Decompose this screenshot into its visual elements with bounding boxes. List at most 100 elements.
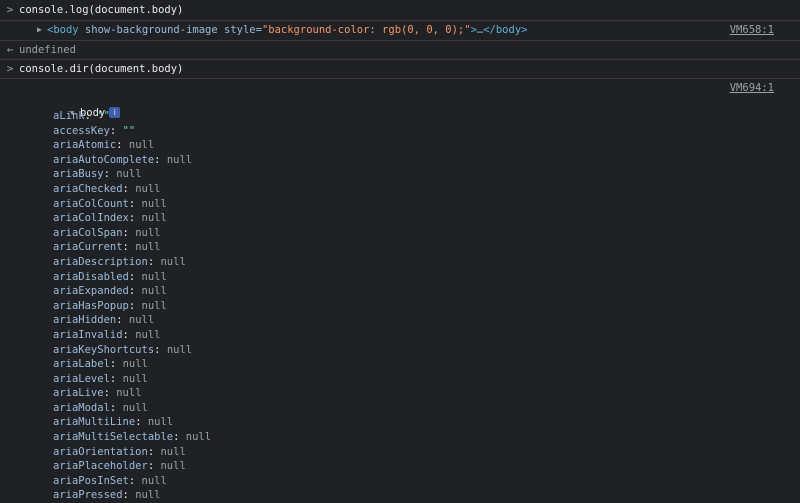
property-row[interactable]: ariaHasPopup: null [53,299,211,314]
command-args: (document.body) [88,63,184,75]
property-separator: : [147,255,161,268]
command-args: (document.body) [88,4,184,16]
property-separator: : [122,489,136,502]
property-key: ariaAtomic [53,139,117,152]
property-value: null [141,270,167,283]
property-row[interactable]: ariaAutoComplete: null [53,153,211,168]
property-row[interactable]: ariaPlaceholder: null [53,459,211,474]
property-row[interactable]: ariaModal: null [53,401,211,416]
property-value: null [135,182,161,195]
property-row[interactable]: ariaColSpan: null [53,226,211,241]
property-separator: : [122,328,136,341]
console-command[interactable]: console.log(document.body) [19,4,183,16]
property-row[interactable]: ariaAtomic: null [53,138,211,153]
property-separator: : [128,212,142,225]
property-separator: : [135,416,148,429]
attribute-name: style= [217,24,262,36]
property-value: null [135,241,161,254]
property-key: ariaMultiSelectable [53,431,174,444]
property-value: null [160,445,186,458]
property-separator: : [109,358,123,371]
property-value: null [128,139,155,152]
property-row[interactable]: ariaMultiSelectable: null [53,430,211,445]
property-separator: : [128,299,142,312]
property-row[interactable]: ariaInvalid: null [53,328,211,343]
property-value: null [141,299,167,312]
property-value: null [135,489,161,502]
property-key: ariaBusy [53,168,104,181]
property-row[interactable]: aLink: "" [53,109,211,124]
property-row[interactable]: ariaLevel: null [53,372,211,387]
source-link[interactable]: VM694:1 [730,82,774,94]
property-row[interactable]: ariaBusy: null [53,167,211,182]
console-input-row[interactable]: > console.dir(document.body) [0,60,800,79]
property-separator: : [116,314,129,327]
property-value: null [116,387,142,400]
property-row[interactable]: ariaPressed: null [53,488,211,503]
property-separator: : [154,343,167,356]
property-row[interactable]: ariaPosInSet: null [53,474,211,489]
property-value: "" [97,110,110,122]
property-key: ariaPressed [53,489,123,502]
property-value: null [135,226,161,239]
expand-arrow-icon[interactable]: ▶ [37,25,47,34]
property-value: null [141,474,167,487]
property-separator: : [128,285,142,298]
command-object: console. [19,4,70,16]
property-value: null [147,416,174,429]
property-separator: : [116,139,129,152]
property-separator: : [103,168,117,181]
property-row[interactable]: ariaCurrent: null [53,240,211,255]
property-row[interactable]: ariaLive: null [53,386,211,401]
property-separator: : [128,270,142,283]
property-value: null [122,358,148,371]
console-command[interactable]: console.dir(document.body) [19,63,183,75]
property-key: ariaOrientation [53,445,148,458]
property-row[interactable]: accessKey: "" [53,124,211,139]
property-key: ariaColIndex [53,212,129,225]
input-prompt-icon: > [6,3,14,16]
property-key: ariaColSpan [53,226,123,239]
property-separator: : [128,197,142,210]
source-link[interactable]: VM658:1 [730,24,774,36]
console-result-row: ← undefined [0,41,800,60]
property-key: ariaColCount [53,197,129,210]
property-separator: : [109,124,123,137]
property-separator: : [84,110,98,122]
property-separator: : [147,445,161,458]
property-key: ariaDescription [53,255,148,268]
property-value: null [160,460,186,473]
property-key: ariaMultiLine [53,416,136,429]
property-row[interactable]: ariaDisabled: null [53,270,211,285]
logged-element[interactable]: ▶ <body show-background-image style="back… [37,24,527,36]
property-key: ariaPlaceholder [53,460,148,473]
property-value: null [166,153,193,166]
property-separator: : [103,387,117,400]
property-row[interactable]: ariaLabel: null [53,357,211,372]
property-key: ariaChecked [53,182,123,195]
console-input-row[interactable]: > console.log(document.body) [0,0,800,21]
property-value: null [141,197,167,210]
property-row[interactable]: ariaChecked: null [53,182,211,197]
return-arrow-icon: ← [6,43,14,56]
property-key: ariaLive [53,387,104,400]
property-row[interactable]: ariaColCount: null [53,197,211,212]
command-method: log [69,4,89,16]
property-row[interactable]: ariaOrientation: null [53,445,211,460]
property-row[interactable]: ariaHidden: null [53,313,211,328]
property-row[interactable]: ariaMultiLine: null [53,415,211,430]
property-row[interactable]: ariaDescription: null [53,255,211,270]
property-separator: : [122,226,136,239]
property-row[interactable]: ariaKeyShortcuts: null [53,343,211,358]
input-prompt-icon: > [6,62,14,75]
property-value: null [122,372,148,385]
property-key: ariaInvalid [53,328,123,341]
property-row[interactable]: ariaExpanded: null [53,284,211,299]
property-row[interactable]: ariaColIndex: null [53,211,211,226]
attribute-name: show-background-image [78,24,218,36]
tag-open: <body [47,24,79,36]
property-key: accessKey [53,124,110,137]
property-key: ariaDisabled [53,270,129,283]
property-value: "" [122,124,136,137]
command-method: dir [69,63,89,75]
